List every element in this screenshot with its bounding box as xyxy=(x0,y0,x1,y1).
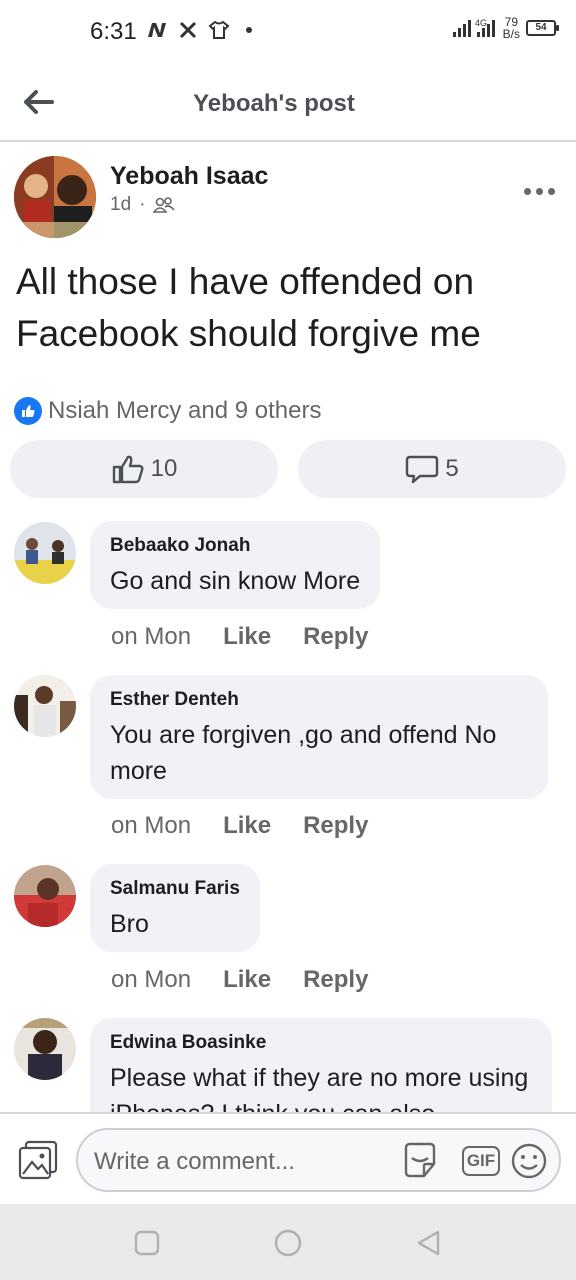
comment-author[interactable]: Edwina Boasinke xyxy=(110,1032,532,1054)
comment-author[interactable]: Esther Denteh xyxy=(110,689,528,711)
comment-icon xyxy=(406,455,439,484)
more-options-button[interactable] xyxy=(524,184,564,198)
comment-avatar[interactable] xyxy=(14,675,76,737)
emoji-button[interactable] xyxy=(510,1142,548,1180)
post-text: All those I have offended on Facebook sh… xyxy=(16,261,481,354)
circle-icon xyxy=(274,1229,302,1257)
like-button[interactable]: 10 xyxy=(10,440,278,498)
shirt-icon xyxy=(208,20,230,39)
reactions-summary[interactable]: Nsiah Mercy and 9 others xyxy=(14,397,321,425)
more-dot-icon xyxy=(536,187,543,195)
more-dot-icon xyxy=(548,187,555,195)
comment-avatar[interactable] xyxy=(14,522,76,584)
more-dot-icon xyxy=(524,187,531,195)
page-title: Yeboah's post xyxy=(193,90,355,117)
comment-time: on Mon xyxy=(111,966,192,993)
comment-reply-button[interactable]: Reply xyxy=(303,623,368,651)
battery-level: 54 xyxy=(535,22,547,33)
comment-actions: on Mon Like Reply xyxy=(111,812,368,840)
like-reaction-icon xyxy=(14,397,42,425)
friends-audience-icon xyxy=(153,197,176,213)
emoji-icon xyxy=(511,1143,547,1179)
recent-apps-button[interactable] xyxy=(132,1228,162,1258)
comment-text: Bro xyxy=(110,910,149,938)
network-speed-unit: B/s xyxy=(502,27,520,41)
comment-actions: on Mon Like Reply xyxy=(111,623,368,651)
comment-like-button[interactable]: Like xyxy=(223,623,271,651)
author-avatar[interactable] xyxy=(14,156,96,238)
comment-count: 5 xyxy=(445,455,459,482)
comment-input-placeholder: Write a comment... xyxy=(94,1148,295,1175)
photo-icon xyxy=(18,1140,58,1180)
comment-avatar[interactable] xyxy=(14,1018,76,1080)
meta-separator: · xyxy=(139,194,146,215)
comment-bubble[interactable]: Bebaako Jonah Go and sin know More xyxy=(90,521,381,609)
triangle-back-icon xyxy=(417,1230,440,1256)
square-icon xyxy=(134,1230,160,1256)
comment-text: You are forgiven ,go and offend No more xyxy=(110,721,497,785)
comment-time: on Mon xyxy=(111,812,192,839)
status-time: 6:31 xyxy=(90,18,137,45)
network-type-label: 4G xyxy=(475,18,487,28)
sticker-icon xyxy=(404,1142,436,1178)
status-notification-icons xyxy=(146,20,252,40)
comment-input[interactable]: Write a comment... GIF xyxy=(76,1128,561,1192)
n-logo-icon xyxy=(148,23,166,37)
comment-text: Go and sin know More xyxy=(110,567,361,595)
comment-reply-button[interactable]: Reply xyxy=(303,966,368,994)
avatar-photo xyxy=(14,156,96,238)
comment-author[interactable]: Salmanu Faris xyxy=(110,878,240,900)
comment-button[interactable]: 5 xyxy=(298,440,566,498)
comment-like-button[interactable]: Like xyxy=(223,966,271,994)
avatar-photo xyxy=(14,522,76,584)
comment-actions: on Mon Like Reply xyxy=(111,966,368,994)
home-button[interactable] xyxy=(273,1228,303,1258)
author-name[interactable]: Yeboah Isaac xyxy=(110,162,268,191)
status-bar: 6:31 4G 79 B/s 54 xyxy=(0,0,576,64)
screen: 6:31 4G 79 B/s 54 Yeboah's post Yeboah I… xyxy=(0,0,576,1280)
avatar-photo xyxy=(14,1018,76,1080)
comment-composer: Write a comment... GIF xyxy=(0,1112,576,1204)
add-photo-button[interactable] xyxy=(18,1140,58,1180)
x-icon xyxy=(179,21,197,39)
comment-avatar[interactable] xyxy=(14,865,76,927)
battery-icon: 54 xyxy=(526,20,559,36)
status-right: 4G 79 B/s 54 xyxy=(452,16,559,40)
comment-like-button[interactable]: Like xyxy=(223,812,271,840)
gif-button[interactable]: GIF xyxy=(462,1146,500,1176)
comment-reply-button[interactable]: Reply xyxy=(303,812,368,840)
comment-author[interactable]: Bebaako Jonah xyxy=(110,535,360,557)
comment-time: on Mon xyxy=(111,623,192,650)
back-nav-button[interactable] xyxy=(414,1228,444,1258)
comment-bubble[interactable]: Salmanu Faris Bro xyxy=(90,864,260,952)
reactions-text: Nsiah Mercy and 9 others xyxy=(48,397,322,424)
signal-icon: 4G xyxy=(452,18,495,37)
network-speed: 79 B/s xyxy=(503,16,520,40)
header: Yeboah's post xyxy=(0,64,576,142)
post-time[interactable]: 1d xyxy=(110,194,131,216)
post-meta: 1d · xyxy=(110,194,176,216)
system-navigation-bar xyxy=(0,1204,576,1280)
thumbs-up-icon xyxy=(112,455,144,484)
comment-bubble[interactable]: Esther Denteh You are forgiven ,go and o… xyxy=(90,675,548,799)
like-count: 10 xyxy=(150,455,178,482)
avatar-photo xyxy=(14,675,76,737)
status-dot xyxy=(246,27,252,33)
avatar-photo xyxy=(14,865,76,927)
sticker-button[interactable] xyxy=(400,1140,440,1180)
